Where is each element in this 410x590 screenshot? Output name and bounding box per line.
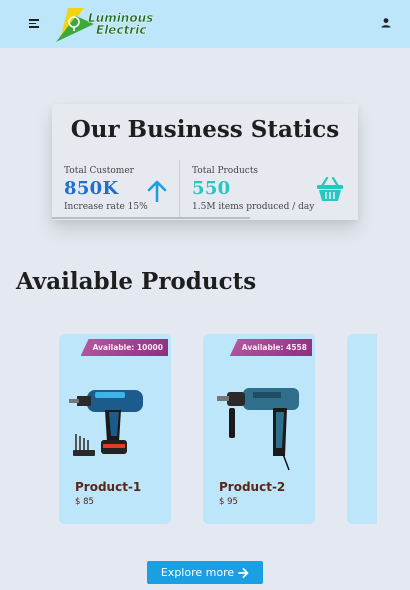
product-name: Product-1 [75, 480, 142, 494]
luminous-electric-logo[interactable]: Luminous Electric [54, 6, 164, 44]
cordless-drill-image [69, 390, 143, 456]
hammer-drill-image [217, 388, 299, 471]
product-price: $ 95 [219, 497, 238, 507]
available-products-title: Available Products [16, 268, 257, 295]
user-icon[interactable] [380, 17, 392, 29]
product-card-partial[interactable] [347, 334, 377, 524]
stats-title: Our Business Statics [70, 116, 340, 143]
basket-icon [317, 176, 343, 201]
arrow-up-icon [147, 180, 167, 202]
explore-more-label: Explore more [160, 566, 235, 579]
product-price: $ 85 [75, 497, 94, 507]
product-card[interactable]: Available: 10000 Product-1 $ 85 [59, 334, 171, 524]
stats-divider [179, 160, 180, 218]
availability-label: Available: 10000 [92, 343, 163, 352]
stat-note: 1.5M items produced / day [192, 202, 315, 212]
availability-badge: Available: 4558 [229, 339, 312, 356]
product-card[interactable]: Available: 4558 Product-2 $ 95 [203, 334, 315, 524]
hamburger-icon[interactable] [29, 19, 39, 28]
product-name: Product-2 [219, 480, 286, 494]
arrow-right-icon [238, 567, 249, 578]
stat-note: Increase rate 15% [64, 202, 148, 212]
stats-underline [52, 217, 250, 219]
logo-text-line2: Electric [96, 23, 146, 37]
availability-badge: Available: 10000 [80, 339, 168, 356]
top-navbar: Luminous Electric [0, 0, 410, 48]
stat-label: Total Products [192, 166, 259, 176]
stat-label: Total Customer [64, 166, 134, 176]
explore-more-button[interactable]: Explore more [147, 561, 263, 584]
availability-label: Available: 4558 [241, 343, 307, 352]
business-stats-card: Our Business Statics Total Customer 850K… [52, 104, 358, 220]
